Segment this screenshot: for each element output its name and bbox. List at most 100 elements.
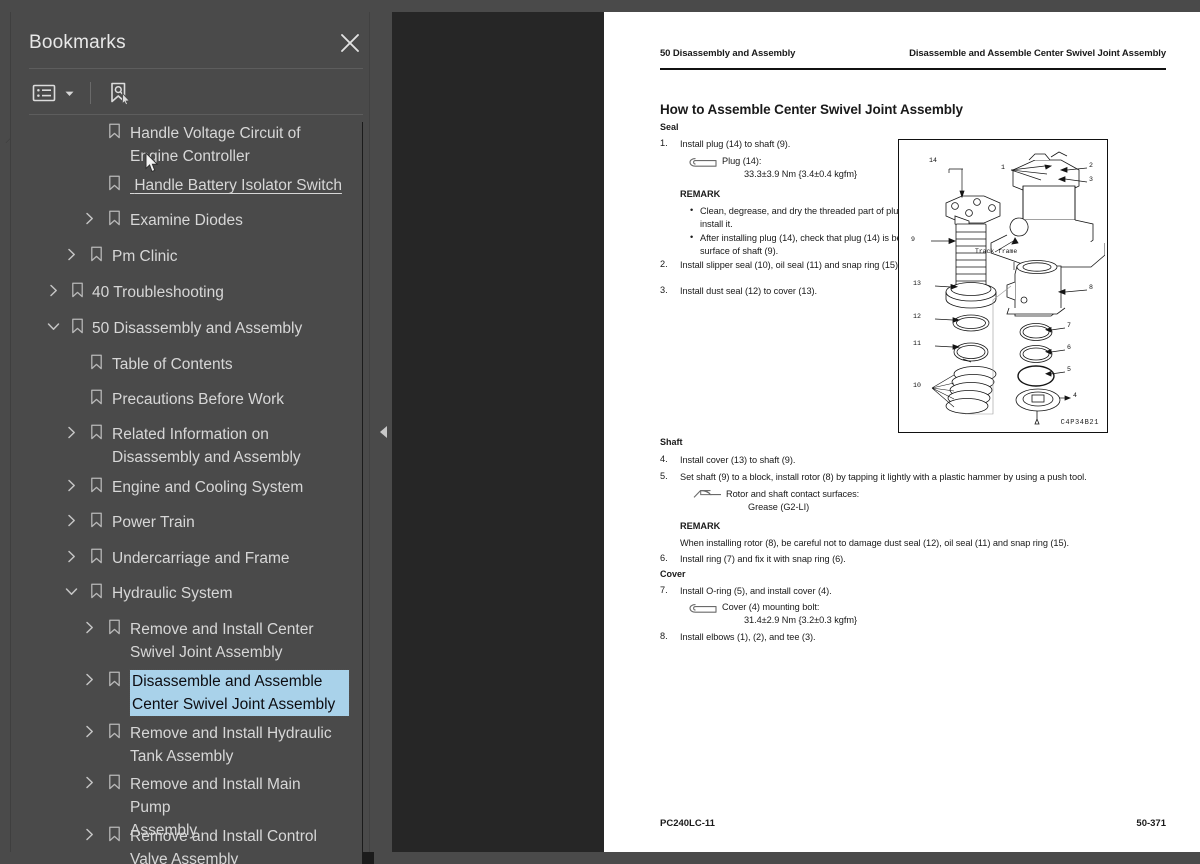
bookmark-label: Engine and Cooling System (112, 479, 304, 496)
running-head-right: Disassemble and Assemble Center Swivel J… (909, 48, 1166, 59)
chevron-down-icon[interactable] (59, 78, 78, 108)
bookmark-icon (89, 353, 103, 371)
bookmark-icon (107, 825, 121, 843)
bookmark-label: Remove and Install Control Valve Assembl… (130, 828, 317, 864)
bookmark-tree-item[interactable]: Remove and Install Hydraulic Tank Assemb… (22, 719, 362, 771)
document-viewer[interactable]: 50 Disassembly and Assembly Disassemble … (392, 12, 1200, 852)
figure-callout: 12 (913, 313, 921, 320)
chevron-down-icon[interactable] (64, 582, 78, 600)
figure-callout: 3 (1089, 176, 1093, 183)
figure-code: C4P34B21 (1060, 419, 1099, 427)
pdf-page: 50 Disassembly and Assembly Disassemble … (604, 12, 1200, 852)
panel-title: Bookmarks (29, 32, 126, 53)
bookmark-tree-item[interactable]: Table of Contents (22, 350, 362, 379)
footer-model: PC240LC-11 (660, 818, 715, 829)
bookmark-icon (89, 547, 103, 565)
bookmarks-toolbar (29, 76, 135, 110)
running-head-left: 50 Disassembly and Assembly (660, 48, 796, 59)
footer-page-number: 50-371 (1136, 818, 1166, 829)
bookmark-icon (107, 722, 121, 740)
figure-callout: 10 (913, 382, 921, 389)
remark-heading: REMARK (680, 521, 721, 531)
pdf-viewer-window: Bookmarks Handle Voltage Circuit of Engi… (0, 0, 1200, 864)
figure-drawing (931, 151, 1106, 425)
spec-label: Rotor and shaft contact surfaces: (726, 489, 860, 499)
bookmark-tree-item[interactable]: Hydraulic System (22, 579, 362, 608)
section-heading-cover: Cover (660, 569, 686, 579)
remark-heading: REMARK (680, 189, 721, 199)
list-options-icon[interactable] (29, 78, 59, 108)
chevron-right-icon[interactable] (82, 773, 96, 791)
collapse-panel-arrow-icon[interactable] (377, 422, 391, 442)
bookmark-label: Handle Battery Isolator Switch (130, 177, 342, 194)
torque-wrench-icon (688, 155, 718, 167)
bookmark-tree-item[interactable]: Handle Battery Isolator Switch (22, 171, 362, 200)
bookmark-tree-item[interactable]: Handle Voltage Circuit of Engine Control… (22, 119, 362, 171)
find-bookmark-icon[interactable] (103, 78, 135, 108)
bookmark-icon (89, 245, 103, 263)
step-number: 8. (660, 631, 668, 641)
chevron-right-icon[interactable] (64, 245, 78, 263)
bookmark-label: Related Information on Disassembly and A… (112, 426, 301, 466)
bookmark-label: Table of Contents (112, 356, 233, 373)
step-number: 7. (660, 585, 668, 595)
window-top-strip (0, 0, 1200, 12)
bookmark-icon (107, 209, 121, 227)
bookmark-icon (70, 317, 84, 335)
bookmark-tree-item[interactable]: Disassemble and Assemble Center Swivel J… (22, 667, 362, 719)
bookmark-tree-item[interactable]: Pm Clinic (22, 242, 362, 271)
torque-wrench-icon (688, 601, 718, 613)
bookmark-tree-item[interactable]: Engine and Cooling System (22, 473, 362, 502)
chevron-right-icon[interactable] (82, 209, 96, 227)
exploded-view-figure: 14 9 13 12 11 10 1 2 3 8 7 6 5 4 Track f… (898, 139, 1108, 433)
chevron-right-icon[interactable] (64, 547, 78, 565)
bookmark-icon (107, 122, 121, 140)
bookmark-tree-item[interactable]: Undercarriage and Frame (22, 544, 362, 573)
bookmark-tree-item[interactable]: Remove and Install Center Swivel Joint A… (22, 615, 362, 667)
chevron-right-icon[interactable] (64, 511, 78, 529)
bookmark-tree-item[interactable]: Examine Diodes (22, 206, 362, 235)
step-number: 3. (660, 285, 668, 295)
figure-callout: 11 (913, 340, 921, 347)
chevron-right-icon[interactable] (82, 825, 96, 843)
bullet-marker: • (690, 232, 694, 242)
chevron-right-icon[interactable] (82, 722, 96, 740)
figure-callout: 9 (911, 236, 915, 243)
step-text: Install cover (13) to shaft (9). (680, 455, 796, 465)
chevron-right-icon[interactable] (64, 476, 78, 494)
chevron-right-icon[interactable] (82, 670, 96, 688)
figure-callout: 13 (913, 280, 921, 287)
step-number: 5. (660, 471, 668, 481)
bookmark-tree-item[interactable]: 40 Troubleshooting (22, 278, 362, 307)
bookmark-icon (89, 582, 103, 600)
bookmark-label: Examine Diodes (130, 212, 243, 229)
header-rule (660, 68, 1166, 70)
bookmark-icon (107, 618, 121, 636)
chevron-right-icon[interactable] (82, 618, 96, 636)
bookmark-icon (70, 281, 84, 299)
bookmark-tree-item[interactable]: Precautions Before Work (22, 385, 362, 414)
bookmark-tree-item[interactable]: Power Train (22, 508, 362, 537)
step-text: Install elbows (1), (2), and tee (3). (680, 632, 816, 642)
bookmark-label: 40 Troubleshooting (92, 284, 224, 301)
bookmark-tree-item[interactable]: Related Information on Disassembly and A… (22, 420, 362, 472)
spec-value: 31.4±2.9 Nm {3.2±0.3 kgfm} (744, 615, 857, 625)
figure-callout: 8 (1089, 284, 1093, 291)
figure-callout: 4 (1073, 392, 1077, 399)
chevron-right-icon[interactable] (64, 423, 78, 441)
chevron-right-icon[interactable] (46, 281, 60, 299)
bookmark-label: Pm Clinic (112, 248, 178, 265)
spec-value: 33.3±3.9 Nm {3.4±0.4 kgfm} (744, 169, 857, 179)
section-heading-shaft: Shaft (660, 437, 683, 447)
figure-callout: 5 (1067, 366, 1071, 373)
bookmark-icon (107, 773, 121, 791)
bookmark-tree-item[interactable]: 50 Disassembly and Assembly (22, 314, 362, 343)
bookmark-label: Hydraulic System (112, 585, 233, 602)
bookmark-tree-item[interactable]: Remove and Install Control Valve Assembl… (22, 822, 362, 864)
bookmark-label: Remove and Install Center Swivel Joint A… (130, 621, 314, 661)
close-icon[interactable] (338, 31, 362, 55)
bookmark-icon (89, 423, 103, 441)
figure-callout: 6 (1067, 344, 1071, 351)
chevron-down-icon[interactable] (46, 317, 60, 335)
step-number: 6. (660, 553, 668, 563)
